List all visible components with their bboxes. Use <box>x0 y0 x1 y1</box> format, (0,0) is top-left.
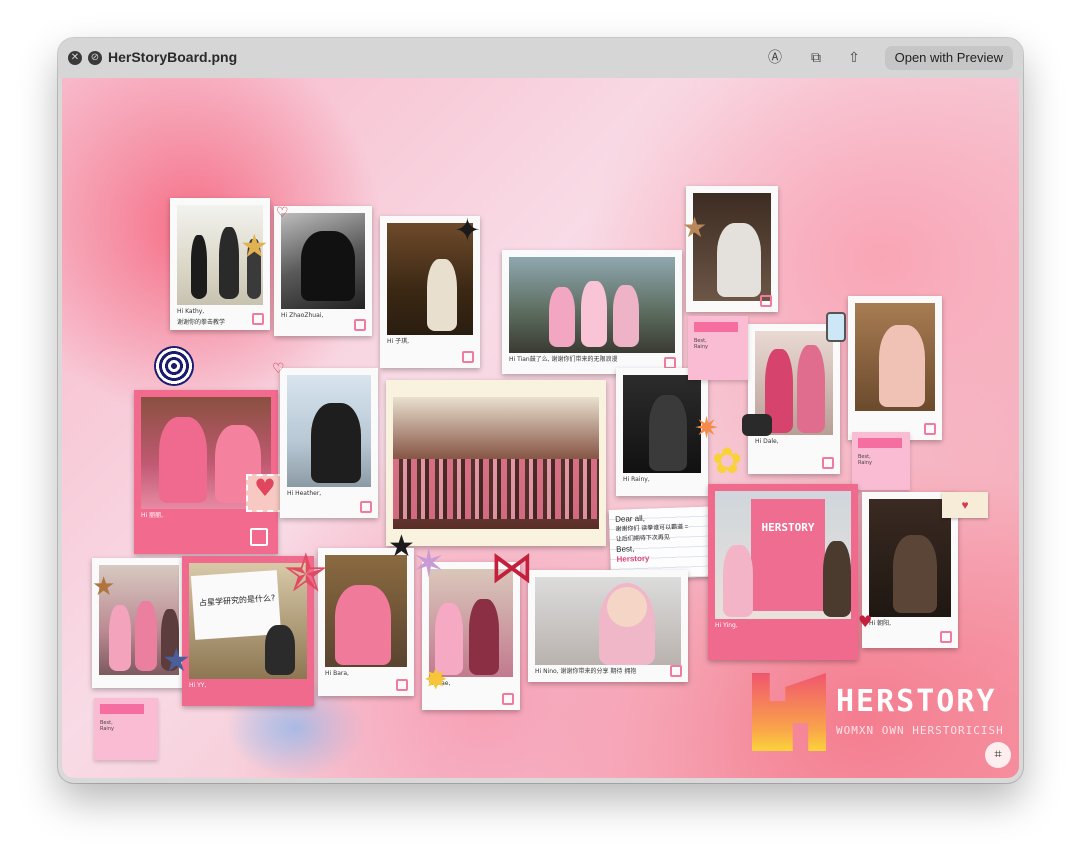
sticky-note: Best, Rainy <box>688 316 748 380</box>
herstory-logo-icon <box>822 457 834 469</box>
herstory-logo-icon <box>760 295 772 307</box>
red-star-sticker-icon: ✯ <box>284 544 328 604</box>
group-photo-card <box>386 380 606 546</box>
photo-image <box>287 375 371 487</box>
herstory-logo-icon <box>462 351 474 363</box>
photo-image <box>325 555 407 667</box>
share-icon[interactable]: ⇧ <box>845 49 863 67</box>
herstory-brand: HERSTORY WOMXN OWN HERSTORICISH <box>752 668 1012 758</box>
sparkle-flowers-icon: ✿ <box>712 441 743 482</box>
photo-caption: Hi Heather, <box>287 490 322 497</box>
photo-image <box>693 193 771 301</box>
group-photo-image <box>393 397 599 529</box>
photo-caption: Hi Dale, <box>755 438 779 445</box>
black-star-icon: ★ <box>388 529 415 564</box>
photo-card: Hi Bara, <box>318 548 414 696</box>
photo-image <box>855 303 935 411</box>
image-canvas: Hi Kathy, 谢谢你的拳击教学 Hi ZhaoZhuai, Hi 子琪, <box>62 78 1019 778</box>
markup-icon[interactable]: Ⓐ <box>766 49 784 67</box>
herstory-logo-icon <box>502 693 514 705</box>
herstory-logo-icon <box>396 679 408 691</box>
preview-window: ✕ ⊘ HerStoryBoard.png Ⓐ ⧉ ⇧ Open with Pr… <box>58 38 1023 783</box>
photo-image <box>509 257 675 353</box>
heart-stamp-icon: ♥ <box>246 474 284 512</box>
black-star-icon: ✦ <box>454 211 481 249</box>
gingham-bow-icon: ⋈ <box>490 542 534 593</box>
yellow-star-icon: ✸ <box>424 663 448 696</box>
photo-image <box>623 375 701 473</box>
photo-card: Hi 丽丽, <box>134 390 278 554</box>
close-icon[interactable]: ✕ <box>68 51 82 65</box>
photo-caption: Hi Bara, <box>325 670 349 677</box>
sticky-text: Rainy <box>858 460 872 466</box>
shooting-star-icon: ★ <box>92 572 116 602</box>
starburst-sticker-icon: ✷ <box>694 411 720 446</box>
photo-caption: Hi Rainy, <box>623 476 650 483</box>
minimize-disabled-icon[interactable]: ⊘ <box>88 51 102 65</box>
banner-text: HERSTORY <box>761 521 815 534</box>
blue-star-sticker-icon: ★ <box>162 641 191 679</box>
herstory-logo-icon <box>250 528 268 546</box>
photo-card: Hi ZhaoZhuai, <box>274 206 372 336</box>
photo-card: Hi Heather, <box>280 368 378 518</box>
photo-card: Hi Tian鼓了么, 谢谢你们带来的无限浪漫 <box>502 250 682 374</box>
photo-caption: 谢谢你的拳击教学 <box>177 319 226 326</box>
photo-image <box>281 213 365 309</box>
phone-sticker-icon <box>826 312 846 342</box>
heart-outline-icon: ♡ <box>272 361 285 377</box>
photo-caption: Hi Kathy, <box>177 308 205 315</box>
herstory-logo-icon <box>752 673 826 751</box>
spiral-sticker-icon <box>154 346 194 386</box>
photo-image: HERSTORY <box>715 491 851 619</box>
heart-envelope-icon: ♥ <box>942 492 988 518</box>
herstory-logo-icon <box>924 423 936 435</box>
camera-sticker-icon <box>742 414 772 436</box>
photo-caption: Hi Ying, <box>715 622 738 629</box>
shooting-star-icon: ★ <box>682 211 708 244</box>
herstory-logo-icon <box>354 319 366 331</box>
herstory-logo-icon <box>670 665 682 677</box>
photo-image <box>869 499 951 617</box>
window-title: HerStoryBoard.png <box>108 49 238 65</box>
herstory-logo-icon <box>940 631 952 643</box>
photo-card: HERSTORY Hi Ying, <box>708 484 858 660</box>
title-bar: ✕ ⊘ HerStoryBoard.png Ⓐ ⧉ ⇧ Open with Pr… <box>58 38 1023 78</box>
rotate-icon[interactable]: ⧉ <box>807 49 825 67</box>
purple-star-icon: ✶ <box>412 541 446 587</box>
photo-caption: Hi ZhaoZhuai, <box>281 312 324 319</box>
photo-card <box>848 296 942 440</box>
sticky-note: Best, Rainy <box>94 698 158 760</box>
brand-name: HERSTORY <box>836 684 997 719</box>
herstory-logo-icon <box>360 501 372 513</box>
brand-tagline: WOMXN OWN HERSTORICISH <box>836 724 1004 737</box>
star-sticker-icon: ★ <box>240 227 269 265</box>
photo-card: Hi Nino, 谢谢你带来的分享 期待 拥抱 <box>528 570 688 682</box>
photo-caption: Hi 朝阳, <box>869 620 891 627</box>
photo-card: Hi Dale, <box>748 324 840 474</box>
photo-card <box>686 186 778 312</box>
photo-image <box>535 577 681 665</box>
sticky-text: Rainy <box>694 344 708 350</box>
red-heart-icon: ♥ <box>858 612 873 631</box>
open-with-preview-button[interactable]: Open with Preview <box>884 46 1013 70</box>
live-text-icon[interactable]: ⌗ <box>985 742 1011 768</box>
sticky-text: Rainy <box>100 726 114 732</box>
photo-caption: Hi Tian鼓了么, 谢谢你们带来的无限浪漫 <box>509 356 618 363</box>
sticky-note: Best, Rainy <box>852 432 910 490</box>
heart-outline-icon: ♡ <box>276 205 289 221</box>
photo-caption: Hi 子琪, <box>387 338 409 345</box>
photo-caption: Hi Nino, 谢谢你带来的分享 期待 拥抱 <box>535 668 637 675</box>
photo-caption: Hi YY, <box>189 682 207 689</box>
herstory-logo-icon <box>252 313 264 325</box>
